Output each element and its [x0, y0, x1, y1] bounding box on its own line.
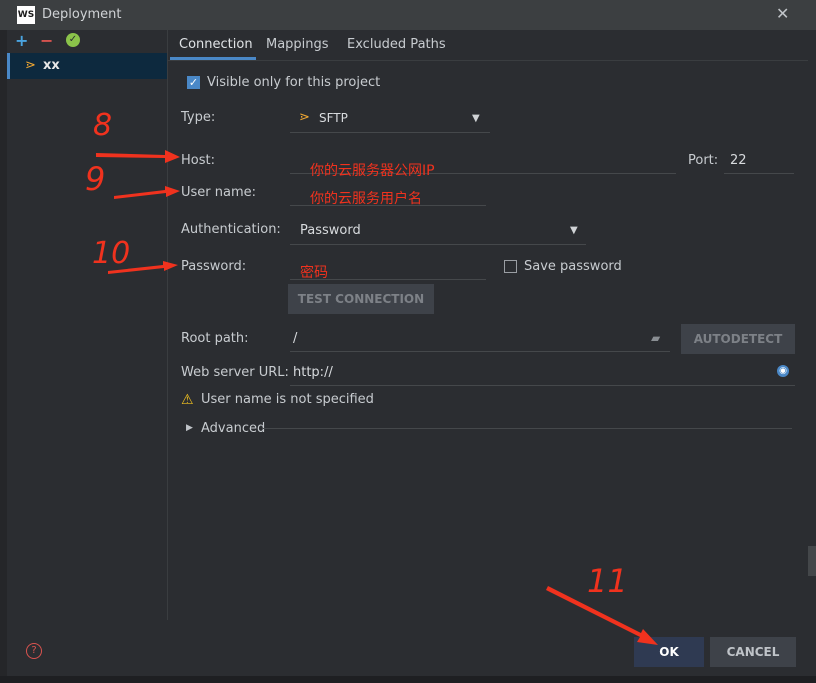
window-title: Deployment — [42, 7, 122, 22]
tab-excluded-paths[interactable]: Excluded Paths — [347, 37, 446, 52]
chevron-down-icon: ▼ — [570, 225, 578, 236]
port-input[interactable]: 22 — [730, 153, 747, 168]
visible-only-label: Visible only for this project — [207, 75, 381, 90]
cancel-button[interactable]: CANCEL — [710, 637, 796, 667]
username-annotation: 你的云服务用户名 — [310, 191, 422, 207]
title-bar: WS Deployment ✕ — [0, 0, 816, 30]
tab-mappings[interactable]: Mappings — [266, 37, 329, 52]
server-list-panel — [7, 30, 168, 620]
type-value: SFTP — [319, 111, 348, 125]
bottom-edge — [0, 676, 816, 683]
host-label: Host: — [181, 153, 215, 168]
advanced-toggle[interactable]: Advanced — [201, 421, 265, 436]
authentication-underline — [290, 244, 586, 245]
authentication-label: Authentication: — [181, 222, 281, 237]
type-underline — [290, 132, 490, 133]
port-underline — [724, 173, 794, 174]
tab-bar: Connection Mappings Excluded Paths — [168, 30, 808, 61]
authentication-value: Password — [300, 223, 361, 238]
close-icon[interactable]: ✕ — [776, 5, 789, 23]
password-annotation: 密码 — [300, 265, 328, 281]
authentication-dropdown[interactable]: Password ▼ — [290, 216, 586, 244]
save-password-label: Save password — [524, 259, 622, 274]
type-label: Type: — [181, 110, 216, 125]
chevron-right-icon[interactable]: ▶ — [186, 423, 193, 433]
step-8-annotation: 8 — [93, 108, 113, 143]
type-dropdown[interactable]: ⋗ SFTP ▼ — [290, 104, 490, 132]
tab-connection[interactable]: Connection — [179, 37, 253, 52]
password-label: Password: — [181, 259, 247, 274]
step-11-annotation: 11 — [587, 562, 628, 600]
root-path-input[interactable]: / — [293, 331, 297, 346]
help-icon[interactable]: ? — [26, 643, 42, 659]
active-tab-indicator — [170, 57, 256, 60]
web-server-url-input[interactable]: http:// — [293, 365, 333, 380]
web-server-url-underline — [290, 385, 795, 386]
sftp-icon: ⋗ — [299, 110, 310, 125]
server-name: xx — [43, 58, 60, 73]
globe-icon[interactable]: ◉ — [777, 365, 789, 377]
ok-button[interactable]: OK — [634, 637, 704, 667]
sftp-server-icon: ⋗ — [25, 58, 36, 73]
server-list-toolbar: + − ✓ — [7, 30, 167, 52]
remove-server-icon[interactable]: − — [40, 31, 53, 50]
set-default-icon[interactable]: ✓ — [66, 33, 80, 47]
save-password-checkbox[interactable] — [504, 260, 517, 273]
root-path-underline — [290, 351, 670, 352]
step-9-annotation: 9 — [85, 160, 106, 198]
test-connection-button[interactable]: TEST CONNECTION — [288, 284, 434, 314]
root-path-label: Root path: — [181, 331, 249, 346]
warning-message: User name is not specified — [201, 392, 374, 407]
scrollbar-thumb[interactable] — [808, 546, 816, 576]
webstorm-app-icon: WS — [17, 6, 35, 24]
web-server-url-label: Web server URL: — [181, 365, 289, 380]
username-label: User name: — [181, 185, 257, 200]
folder-icon[interactable]: ▰ — [651, 331, 660, 345]
port-label: Port: — [688, 153, 719, 168]
left-edge-gutter — [0, 30, 7, 683]
add-server-icon[interactable]: + — [15, 31, 28, 50]
step-10-annotation: 10 — [92, 236, 131, 271]
host-annotation: 你的云服务器公网IP — [310, 163, 435, 179]
visible-only-checkbox[interactable]: ✓ — [187, 76, 200, 89]
advanced-divider — [262, 428, 792, 429]
warning-icon: ⚠ — [181, 392, 194, 408]
autodetect-button[interactable]: AUTODETECT — [681, 324, 795, 354]
server-list-item[interactable]: ⋗ xx — [7, 53, 167, 79]
chevron-down-icon: ▼ — [472, 113, 480, 124]
